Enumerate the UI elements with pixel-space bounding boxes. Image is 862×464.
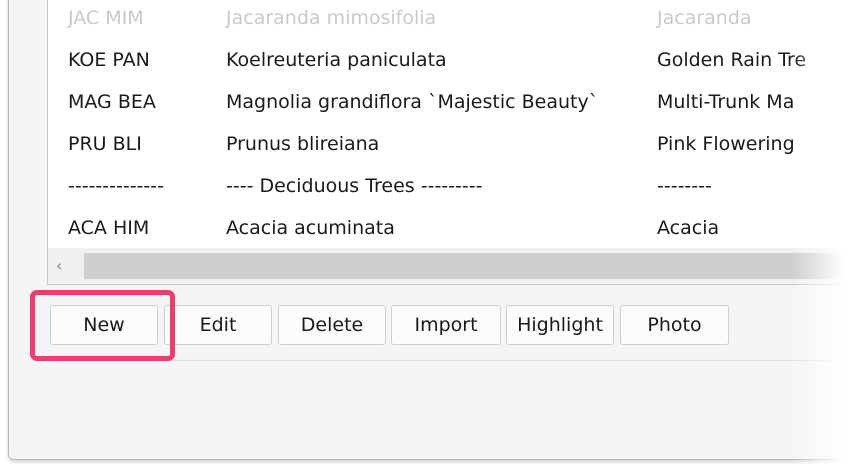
- botanical-name: Acacia acuminata: [226, 217, 395, 239]
- import-button[interactable]: Import: [391, 305, 501, 345]
- common-name: --------: [657, 175, 712, 197]
- plant-code: MAG BEA: [68, 91, 156, 113]
- scrollbar-thumb[interactable]: [84, 253, 862, 279]
- common-name: Golden Rain Tre: [657, 49, 807, 71]
- edit-button[interactable]: Edit: [164, 305, 272, 345]
- common-name: Multi-Trunk Ma: [657, 91, 795, 113]
- list-item[interactable]: KOE PAN Koelreuteria paniculata Golden R…: [48, 39, 862, 81]
- new-button-callout: [30, 290, 175, 361]
- plant-list[interactable]: JAC MIM Jacaranda mimosifolia Jacaranda …: [47, 0, 862, 285]
- list-item[interactable]: ACA HIM Acacia acuminata Acacia: [48, 207, 862, 249]
- list-item-separator[interactable]: -------------- ---- Deciduous Trees ----…: [48, 165, 862, 207]
- botanical-name: Magnolia grandiflora `Majestic Beauty`: [226, 91, 599, 113]
- common-name: Pink Flowering: [657, 133, 795, 155]
- plant-code: --------------: [68, 175, 164, 197]
- scroll-left-icon[interactable]: ‹: [56, 248, 62, 284]
- highlight-button[interactable]: Highlight: [506, 305, 614, 345]
- delete-button[interactable]: Delete: [278, 305, 386, 345]
- botanical-name: Koelreuteria paniculata: [226, 49, 447, 71]
- list-item[interactable]: MAG BEA Magnolia grandiflora `Majestic B…: [48, 81, 862, 123]
- botanical-name: Prunus blireiana: [226, 133, 380, 155]
- plant-code: PRU BLI: [68, 133, 142, 155]
- common-name: Acacia: [657, 217, 720, 239]
- plant-code: ACA HIM: [68, 217, 150, 239]
- list-item[interactable]: JAC MIM Jacaranda mimosifolia Jacaranda: [48, 0, 862, 39]
- plant-code: KOE PAN: [68, 49, 150, 71]
- botanical-name: ---- Deciduous Trees ---------: [226, 175, 483, 197]
- horizontal-scrollbar[interactable]: ‹: [48, 248, 862, 284]
- common-name: Jacaranda: [657, 7, 752, 29]
- photo-button[interactable]: Photo: [620, 305, 729, 345]
- list-item[interactable]: PRU BLI Prunus blireiana Pink Flowering: [48, 123, 862, 165]
- plant-code: JAC MIM: [68, 7, 144, 29]
- botanical-name: Jacaranda mimosifolia: [226, 7, 437, 29]
